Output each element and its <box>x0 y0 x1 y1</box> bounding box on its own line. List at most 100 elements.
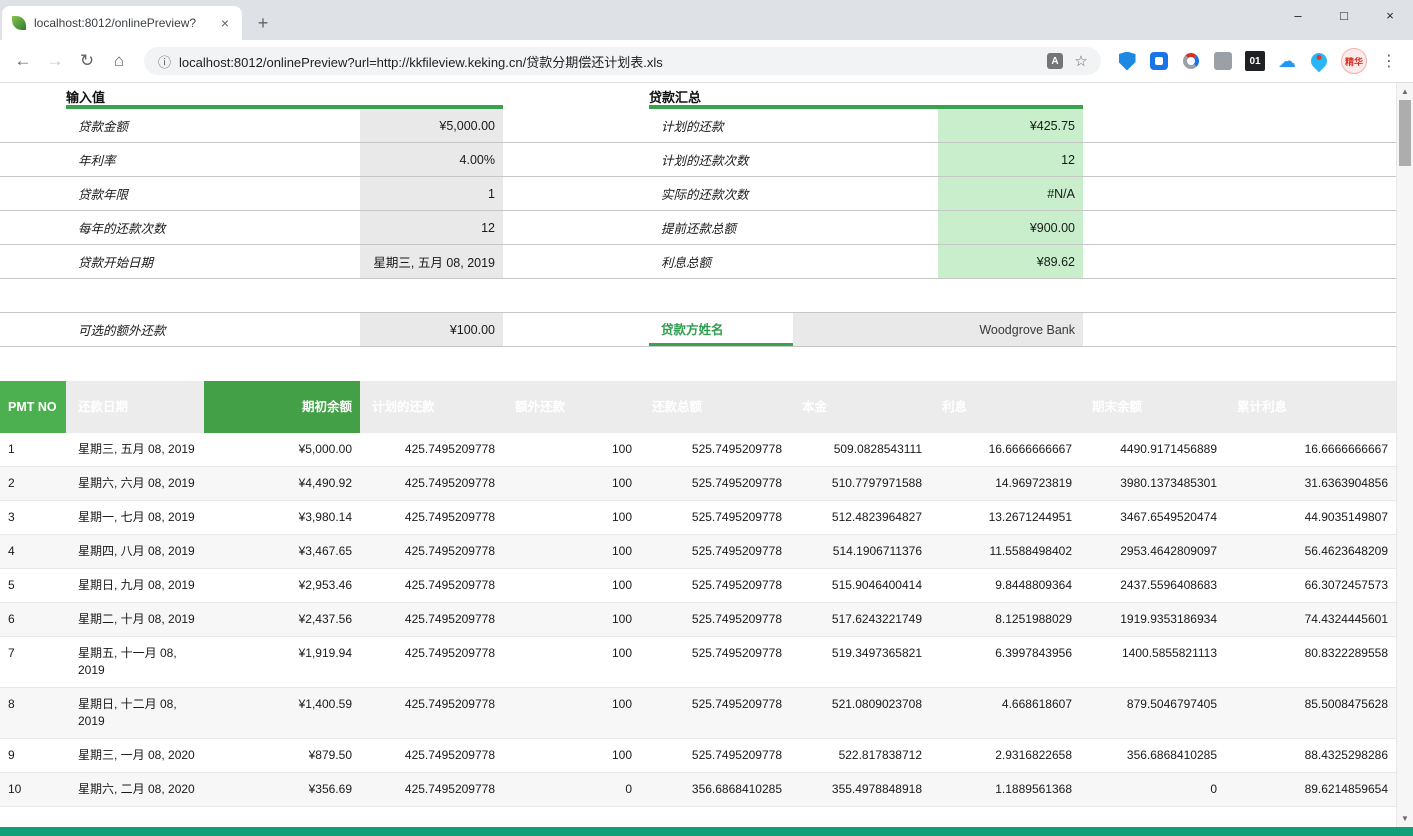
input-label: 每年的还款次数 <box>66 211 360 244</box>
summary-value: 12 <box>938 143 1083 176</box>
lender-name-value: Woodgrove Bank <box>793 313 1083 346</box>
summary-value: #N/A <box>938 177 1083 210</box>
address-bar[interactable]: ⓘ localhost:8012/onlinePreview?url=http:… <box>144 47 1101 75</box>
reload-button[interactable]: ↻ <box>72 46 102 76</box>
new-tab-button[interactable]: + <box>248 8 278 38</box>
browser-tab[interactable]: localhost:8012/onlinePreview? × <box>2 6 242 40</box>
table-row: 8星期日, 十二月 08, 2019¥1,400.59425.749520977… <box>0 688 1396 739</box>
blue-square-extension-icon[interactable] <box>1150 52 1168 70</box>
table-cell: 425.7495209778 <box>360 603 503 636</box>
table-row: 7星期五, 十一月 08, 2019¥1,919.94425.749520977… <box>0 637 1396 688</box>
scrollbar-thumb[interactable] <box>1399 100 1411 166</box>
page-info-icon[interactable]: ⓘ <box>158 52 171 71</box>
panel-row: 每年的还款次数 12 提前还款总额 ¥900.00 <box>0 211 1396 245</box>
table-cell: 519.3497365821 <box>790 637 930 687</box>
table-row: 6星期二, 十月 08, 2019¥2,437.56425.7495209778… <box>0 603 1396 637</box>
table-cell: 85.5008475628 <box>1225 688 1396 738</box>
back-button[interactable]: ← <box>8 46 38 76</box>
white-dot-icon <box>1155 57 1163 65</box>
input-value: ¥5,000.00 <box>360 109 503 142</box>
table-cell: 525.7495209778 <box>640 535 790 568</box>
table-cell: 356.6868410285 <box>1080 739 1225 772</box>
column-header: 还款总额 <box>640 381 790 433</box>
table-cell: 425.7495209778 <box>360 433 503 466</box>
table-cell: 100 <box>503 688 640 738</box>
translate-icon[interactable]: A <box>1047 53 1063 69</box>
table-cell: 355.4978848918 <box>790 773 930 806</box>
table-cell: 0 <box>1080 773 1225 806</box>
table-cell: 425.7495209778 <box>360 535 503 568</box>
table-cell: 2437.5596408683 <box>1080 569 1225 602</box>
preview-footer-bar <box>0 827 1413 836</box>
table-cell: 521.0809023708 <box>790 688 930 738</box>
table-cell: 100 <box>503 535 640 568</box>
panel-row: 贷款年限 1 实际的还款次数 #N/A <box>0 177 1396 211</box>
table-cell: 89.6214859654 <box>1225 773 1396 806</box>
forward-button[interactable]: → <box>40 46 70 76</box>
ring-extension-icon[interactable] <box>1183 53 1199 69</box>
badge-01-extension-icon[interactable]: 01 <box>1245 51 1265 71</box>
table-cell: 100 <box>503 433 640 466</box>
cloud-extension-icon[interactable]: ☁ <box>1277 51 1297 71</box>
table-cell: 1 <box>0 433 66 466</box>
vertical-scrollbar[interactable]: ▲ ▼ <box>1396 83 1413 827</box>
table-cell: 879.5046797405 <box>1080 688 1225 738</box>
table-cell: 星期六, 六月 08, 2019 <box>66 467 204 500</box>
column-header: PMT NO <box>0 381 66 433</box>
scroll-up-icon[interactable]: ▲ <box>1397 83 1413 100</box>
tab-close-icon[interactable]: × <box>216 14 234 32</box>
table-cell: 100 <box>503 467 640 500</box>
summary-label: 利息总额 <box>649 245 938 278</box>
page-content: 输入值 贷款汇总 贷款金额 ¥5,000.00 计划的还款 ¥425.75 年利… <box>0 83 1413 836</box>
table-cell: 1400.5855821113 <box>1080 637 1225 687</box>
table-cell: 星期六, 二月 08, 2020 <box>66 773 204 806</box>
home-button[interactable]: ⌂ <box>104 46 134 76</box>
panel-row: 贷款金额 ¥5,000.00 计划的还款 ¥425.75 <box>0 109 1396 143</box>
summary-value: ¥900.00 <box>938 211 1083 244</box>
table-cell: 425.7495209778 <box>360 739 503 772</box>
gray-extension-icon[interactable] <box>1214 52 1232 70</box>
url-text[interactable]: localhost:8012/onlinePreview?url=http://… <box>179 52 1039 71</box>
table-cell: ¥5,000.00 <box>204 433 360 466</box>
maximize-button[interactable]: □ <box>1321 0 1367 30</box>
extra-payment-row: 可选的额外还款 ¥100.00 贷款方姓名 Woodgrove Bank <box>0 313 1396 347</box>
table-cell: 5 <box>0 569 66 602</box>
table-cell: ¥1,400.59 <box>204 688 360 738</box>
profile-avatar[interactable]: 精华 <box>1341 48 1367 74</box>
browser-menu-icon[interactable]: ⋮ <box>1379 51 1399 71</box>
shield-extension-icon[interactable] <box>1119 52 1136 71</box>
scroll-down-icon[interactable]: ▼ <box>1397 810 1413 827</box>
table-cell: 9.8448809364 <box>930 569 1080 602</box>
minimize-button[interactable]: – <box>1275 0 1321 30</box>
table-cell: 525.7495209778 <box>640 688 790 738</box>
table-cell: 7 <box>0 637 66 687</box>
input-value: 12 <box>360 211 503 244</box>
table-cell: ¥2,953.46 <box>204 569 360 602</box>
summary-label: 计划的还款 <box>649 109 938 142</box>
close-button[interactable]: × <box>1367 0 1413 30</box>
table-cell: 8.1251988029 <box>930 603 1080 636</box>
table-cell: 525.7495209778 <box>640 501 790 534</box>
table-cell: 3980.1373485301 <box>1080 467 1225 500</box>
table-cell: 3467.6549520474 <box>1080 501 1225 534</box>
table-cell: 425.7495209778 <box>360 773 503 806</box>
table-cell: ¥4,490.92 <box>204 467 360 500</box>
table-cell: 525.7495209778 <box>640 569 790 602</box>
bookmark-star-icon[interactable]: ☆ <box>1071 51 1091 71</box>
summary-label: 计划的还款次数 <box>649 143 938 176</box>
table-cell: 74.4324445601 <box>1225 603 1396 636</box>
table-cell: 525.7495209778 <box>640 637 790 687</box>
browser-toolbar: ← → ↻ ⌂ ⓘ localhost:8012/onlinePreview?u… <box>0 40 1413 83</box>
table-cell: 6 <box>0 603 66 636</box>
table-cell: 4.668618607 <box>930 688 1080 738</box>
table-cell: ¥2,437.56 <box>204 603 360 636</box>
input-label: 贷款年限 <box>66 177 360 210</box>
table-row: 9星期三, 一月 08, 2020¥879.50425.749520977810… <box>0 739 1396 773</box>
table-cell: 星期三, 一月 08, 2020 <box>66 739 204 772</box>
table-cell: 星期三, 五月 08, 2019 <box>66 433 204 466</box>
leaf-favicon-icon <box>12 16 26 30</box>
input-label: 可选的额外还款 <box>66 313 360 346</box>
table-cell: 100 <box>503 739 640 772</box>
bird-extension-icon[interactable] <box>1308 50 1331 73</box>
summary-label: 提前还款总额 <box>649 211 938 244</box>
